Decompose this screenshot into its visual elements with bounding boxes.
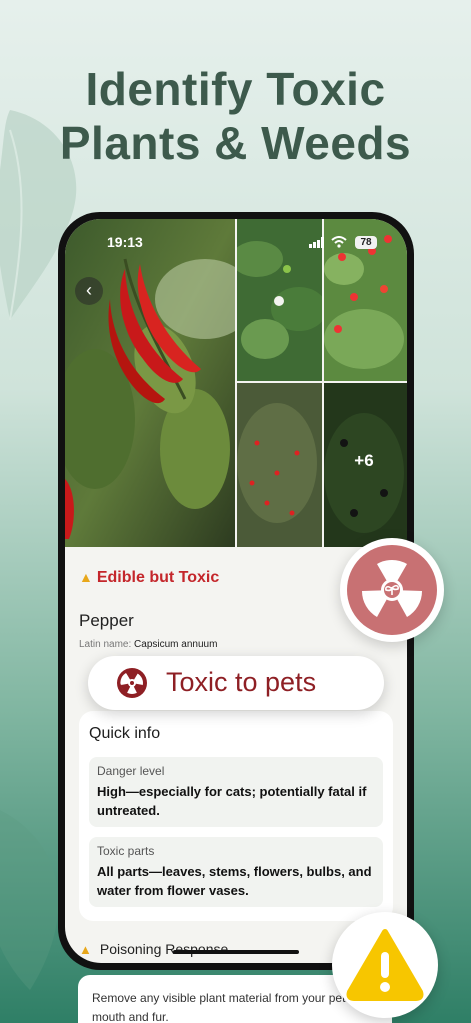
danger-level-box: Danger level High—especially for cats; p…	[89, 757, 383, 827]
poisoning-response-header[interactable]: ▲ Poisoning Response	[79, 941, 228, 957]
battery-level: 78	[355, 236, 377, 249]
warning-triangle-icon: ▲	[79, 569, 93, 585]
danger-level-label: Danger level	[97, 764, 165, 778]
cellular-signal-icon	[309, 237, 324, 248]
toxicity-status-label: Edible but Toxic	[96, 569, 220, 586]
status-bar: 19:13 78	[65, 234, 407, 254]
toxic-parts-value: All parts—leaves, stems, flowers, bulbs,…	[97, 864, 372, 898]
headline-line-1: Identify Toxic	[85, 63, 386, 115]
gallery-photo-4[interactable]	[237, 383, 322, 547]
poisoning-response-text: Remove any visible plant material from y…	[92, 991, 354, 1023]
toxic-hazard-icon	[117, 668, 147, 698]
quick-info-card: Quick info Danger level High—especially …	[79, 711, 393, 921]
toxic-to-pets-badge: Toxic to pets	[88, 656, 384, 710]
headline: Identify Toxic Plants & Weeds	[0, 62, 471, 170]
warning-triangle-icon	[346, 929, 424, 1001]
toxic-parts-box: Toxic parts All parts—leaves, stems, flo…	[89, 837, 383, 907]
wifi-icon	[331, 236, 347, 248]
photo-gallery: +6	[65, 219, 407, 547]
toxic-plant-badge-inner	[347, 545, 437, 635]
status-time: 19:13	[107, 234, 143, 250]
quick-info-title: Quick info	[89, 725, 161, 742]
toxic-to-pets-label: Toxic to pets	[166, 667, 317, 697]
back-button[interactable]: ‹	[75, 277, 103, 305]
toxic-parts-label: Toxic parts	[97, 844, 155, 858]
more-photos-count[interactable]: +6	[321, 451, 407, 471]
gallery-photo-main[interactable]	[65, 219, 235, 547]
warning-triangle-icon: ▲	[79, 942, 92, 957]
home-indicator	[173, 950, 299, 954]
headline-line-2: Plants & Weeds	[59, 117, 412, 169]
poisoning-response-title: Poisoning Response	[99, 941, 229, 957]
toxicity-status: ▲ Edible but Toxic	[79, 569, 219, 587]
danger-level-value: High—especially for cats; potentially fa…	[97, 784, 367, 818]
warning-badge	[332, 912, 438, 1018]
toxic-plant-badge	[340, 538, 444, 642]
plant-name: Pepper	[79, 611, 134, 630]
latin-name-label: Latin name:	[79, 639, 132, 650]
toxic-plant-icon	[362, 559, 422, 617]
latin-name-row: Latin name: Capsicum annuum	[79, 639, 217, 650]
chevron-left-icon: ‹	[86, 280, 92, 300]
latin-name-value: Capsicum annuum	[134, 639, 218, 650]
